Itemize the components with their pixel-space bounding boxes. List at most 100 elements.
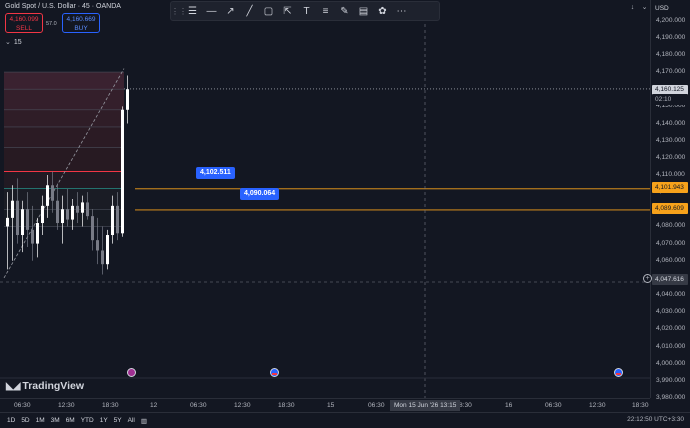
pencil-icon[interactable]: ✎ [335, 2, 354, 20]
candle-body [6, 217, 9, 227]
diagonal-line-icon[interactable]: ╱ [240, 2, 259, 20]
download-icon[interactable]: ↓ [628, 3, 637, 12]
price-tick-label: 4,060.000 [656, 256, 686, 264]
bottom-toolbar: 1D 5D 1M 3M 6M YTD 1Y 5Y All ▥ [0, 412, 690, 428]
time-tick-label: 06:30 [190, 402, 207, 409]
time-tick-label: 18:30 [278, 402, 295, 409]
add-alert-icon[interactable]: + [643, 274, 652, 283]
spread-value: 57.0 [46, 21, 57, 27]
crosshair-date-tag: Mon 15 Jun '26 13:15 [390, 400, 461, 411]
candle-body [21, 209, 24, 236]
crosshair-date: Mon 15 Jun '26 [394, 402, 439, 409]
alert-label-upper[interactable]: 4,102.511 [196, 167, 235, 179]
time-tick-label: 12:30 [234, 402, 251, 409]
ruler-icon[interactable]: ▤ [354, 2, 373, 20]
candle-body [96, 240, 99, 251]
range-1d[interactable]: 1D [4, 417, 18, 424]
trend-line-icon[interactable]: ↗ [221, 2, 240, 20]
crosshair-time: 13:15 [440, 402, 457, 409]
countdown-tag: 02:10 [652, 94, 688, 105]
fib-band [4, 72, 124, 90]
candle-body [51, 185, 54, 201]
hlines-icon[interactable]: ☰ [183, 2, 202, 20]
price-tick-label: 4,170.000 [656, 68, 686, 76]
price-tick-label: 4,130.000 [656, 136, 686, 144]
timeframe-toggle[interactable]: ⌄ 15 [5, 38, 22, 46]
drag-handle-icon[interactable]: ⋮⋮ [171, 2, 187, 20]
fib-band [4, 147, 124, 172]
clock[interactable]: 22:12:50 UTC+3:30 [627, 416, 684, 423]
chevron-down-icon: ⌄ [5, 39, 11, 46]
fib-band [4, 171, 124, 189]
range-5d[interactable]: 5D [18, 417, 32, 424]
range-ytd[interactable]: YTD [78, 417, 97, 424]
sell-price: 4,160.099 [9, 16, 39, 23]
candle-body [36, 223, 39, 244]
price-tick-label: 4,190.000 [656, 33, 686, 41]
price-axis[interactable] [650, 0, 690, 398]
alert-lower-tag: 4,089.609 [652, 203, 688, 214]
time-tick-label: 16 [505, 402, 513, 409]
candle-body [56, 200, 59, 224]
candle-body [106, 235, 109, 265]
candle-body [11, 200, 14, 218]
candle-body [16, 200, 19, 236]
price-tick-label: 4,040.000 [656, 291, 686, 299]
price-tick-label: 4,020.000 [656, 325, 686, 333]
time-tick-label: 12:30 [589, 402, 606, 409]
tradingview-logo-icon: ◣◢ [6, 380, 20, 392]
horizontal-line-icon[interactable]: ― [202, 2, 221, 20]
candle-body [46, 185, 49, 206]
arrow-marker-icon[interactable]: ⇱ [278, 2, 297, 20]
candle-body [86, 202, 89, 217]
price-tick-label: 4,070.000 [656, 239, 686, 247]
price-tick-label: 4,120.000 [656, 153, 686, 161]
range-5y[interactable]: 5Y [111, 417, 125, 424]
range-3m[interactable]: 3M [48, 417, 63, 424]
price-tick-label: 4,110.000 [656, 170, 685, 178]
candle-body [81, 202, 84, 213]
us-flag-event-icon[interactable] [270, 368, 279, 377]
range-all[interactable]: All [125, 417, 138, 424]
time-tick-label: 12 [150, 402, 158, 409]
candle-body [121, 109, 124, 234]
candle-body [71, 205, 74, 220]
buy-label: BUY [74, 25, 88, 32]
buy-price: 4,160.669 [66, 16, 96, 23]
price-tick-label: 4,180.000 [656, 50, 686, 58]
currency-label[interactable]: USD [652, 3, 686, 14]
calendar-range-icon[interactable]: ▥ [138, 417, 150, 425]
price-tick-label: 4,140.000 [656, 119, 686, 127]
rectangle-icon[interactable]: ▢ [259, 2, 278, 20]
alert-label-lower[interactable]: 4,090.064 [240, 188, 280, 200]
price-chart[interactable] [0, 0, 690, 428]
buy-button[interactable]: 4,160.669 BUY [62, 13, 100, 33]
tradingview-logo[interactable]: ◣◢ TradingView [6, 380, 84, 392]
range-6m[interactable]: 6M [63, 417, 78, 424]
lightning-icon[interactable] [127, 368, 136, 377]
time-tick-label: 8:30 [459, 402, 472, 409]
price-tick-label: 3,990.000 [656, 376, 686, 384]
chevron-down-icon[interactable]: ⌄ [640, 3, 649, 12]
price-tick-label: 4,010.000 [656, 342, 686, 350]
range-1m[interactable]: 1M [33, 417, 48, 424]
last-price-value: 4,160.125 [655, 86, 684, 93]
crosshair-price-tag: 4,047.616 [652, 274, 688, 285]
candle-body [126, 89, 129, 110]
sell-label: SELL [16, 25, 32, 32]
price-tick-label: 3,980.000 [656, 394, 686, 401]
candle-body [41, 205, 44, 224]
us-flag-event-icon[interactable] [614, 368, 623, 377]
candle-body [101, 250, 104, 265]
palette-icon[interactable]: ✿ [373, 2, 392, 20]
time-tick-label: 06:30 [545, 402, 562, 409]
text-icon[interactable]: T [297, 2, 316, 20]
range-1y[interactable]: 1Y [97, 417, 111, 424]
candle-body [66, 209, 69, 220]
symbol-title[interactable]: Gold Spot / U.S. Dollar · 45 · OANDA [5, 3, 121, 10]
sell-button[interactable]: 4,160.099 SELL [5, 13, 43, 33]
candle-body [31, 229, 34, 244]
more-icon[interactable]: ⋯ [392, 2, 411, 20]
fib-icon[interactable]: ≡ [316, 2, 335, 20]
candle-body [116, 205, 119, 234]
